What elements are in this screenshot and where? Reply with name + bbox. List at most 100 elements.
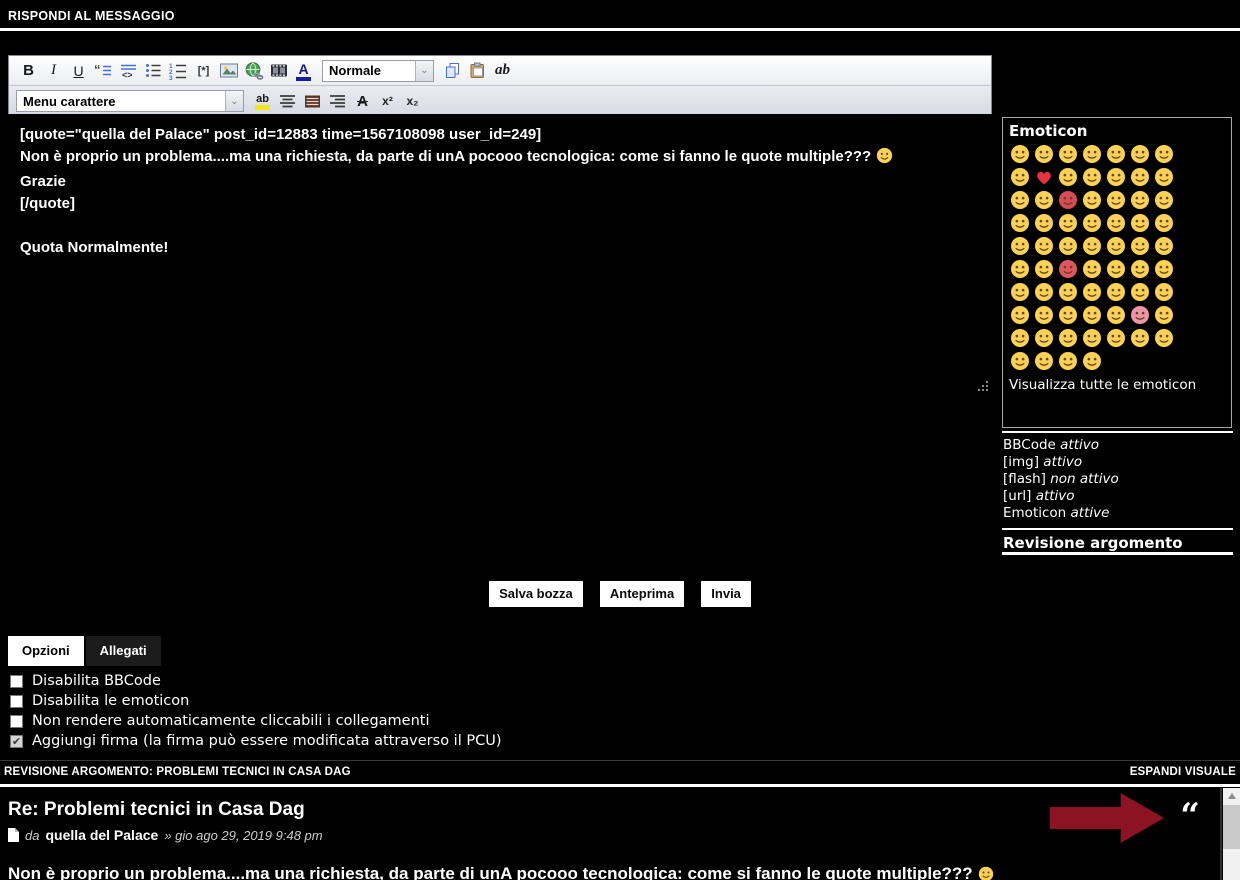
emoticon-eye-roll[interactable] — [1105, 327, 1127, 349]
italic-button[interactable]: I — [41, 59, 66, 83]
emoticon-sneeze[interactable] — [1105, 258, 1127, 280]
message-textarea[interactable]: [quote="quella del Palace" post_id=12883… — [8, 114, 992, 395]
emoticon-pensive[interactable] — [1129, 212, 1151, 234]
emoticon-unamused[interactable] — [1057, 212, 1079, 234]
emoticon-confused[interactable] — [1153, 212, 1175, 234]
emoticon-heart-eyes[interactable] — [1105, 143, 1127, 165]
author-link[interactable]: quella del Palace — [45, 827, 158, 843]
emoticon-scrunched[interactable] — [1009, 235, 1031, 257]
underline-button[interactable]: U — [66, 59, 91, 83]
align-center-button[interactable] — [275, 89, 300, 113]
font-select[interactable]: Menu carattere⌄ — [16, 90, 244, 112]
emoticon-sleepy-zzz[interactable] — [1153, 304, 1175, 326]
emoticon-in-love[interactable] — [1129, 304, 1151, 326]
highlight-button[interactable]: ab — [250, 89, 275, 113]
scrollbar-thumb[interactable] — [1223, 805, 1240, 849]
emoticon-side-eye[interactable] — [1033, 212, 1055, 234]
emoticon-grin[interactable] — [1057, 166, 1079, 188]
emoticon-flat[interactable] — [1081, 212, 1103, 234]
topic-review-link[interactable]: Revisione argomento — [1003, 534, 1183, 552]
scroll-up-button[interactable] — [1223, 788, 1240, 804]
emoticon-hushed[interactable] — [1033, 304, 1055, 326]
image-button[interactable] — [216, 59, 241, 83]
emoticon-sad[interactable] — [1153, 235, 1175, 257]
emoticon-kissing[interactable] — [1033, 235, 1055, 257]
font-color-button[interactable]: A — [291, 59, 316, 83]
emoticon-worried[interactable] — [1009, 258, 1031, 280]
emoticon-yum[interactable] — [1105, 189, 1127, 211]
quote-post-button[interactable]: “ — [1176, 801, 1202, 823]
emoticon-head-bandage[interactable] — [1081, 350, 1103, 372]
emoticon-angel[interactable] — [1033, 189, 1055, 211]
emoticon-kiss-heart[interactable] — [1081, 143, 1103, 165]
tab-opzioni[interactable]: Opzioni — [8, 636, 84, 666]
emoticon-sunglasses[interactable] — [1153, 189, 1175, 211]
emoticon-dizzy[interactable] — [1009, 327, 1031, 349]
expand-view-link[interactable]: ESPANDI VISUALE — [1130, 766, 1236, 778]
flash-button[interactable] — [266, 59, 291, 83]
subscript-button[interactable]: x₂ — [400, 89, 425, 113]
emoticon-tired[interactable] — [1105, 281, 1127, 303]
emoticon-crazy-tongue[interactable] — [1105, 235, 1127, 257]
emoticon-laugh-closed[interactable] — [1009, 189, 1031, 211]
emoticon-open-mouth[interactable] — [1009, 304, 1031, 326]
emoticon-wink[interactable] — [1057, 143, 1079, 165]
emoticon-nerd[interactable] — [1033, 350, 1055, 372]
emoticon-thinking[interactable] — [1057, 350, 1079, 372]
emoticon-sick-tongue[interactable] — [1153, 327, 1175, 349]
emoticon-mask[interactable] — [1057, 327, 1079, 349]
emoticon-sweat-smile[interactable] — [1153, 166, 1175, 188]
emoticon-anguished[interactable] — [1009, 281, 1031, 303]
emoticon-astonished[interactable] — [1105, 304, 1127, 326]
emoticon-surprised[interactable] — [1081, 327, 1103, 349]
emoticon-smirk[interactable] — [1009, 212, 1031, 234]
list-bullet-button[interactable] — [141, 59, 166, 83]
superscript-button[interactable]: x² — [375, 89, 400, 113]
preview-button[interactable]: Anteprima — [600, 581, 684, 607]
emoticon-heart[interactable] — [1033, 166, 1055, 188]
emoticon-steam[interactable] — [1081, 258, 1103, 280]
review-scrollbar[interactable] — [1223, 788, 1240, 880]
emoticon-drool[interactable] — [1081, 281, 1103, 303]
emoticon-fearful[interactable] — [1033, 281, 1055, 303]
align-right-button[interactable] — [325, 89, 350, 113]
emoticon-zipper-mouth[interactable] — [1129, 327, 1151, 349]
paste-button[interactable] — [465, 59, 490, 83]
checkbox-unchecked[interactable] — [10, 715, 23, 728]
copy-button[interactable] — [440, 59, 465, 83]
emoticon-no-mouth[interactable] — [1033, 327, 1055, 349]
emoticon-weary[interactable] — [1057, 281, 1079, 303]
emoticon-kiss-blush[interactable] — [1081, 235, 1103, 257]
emoticon-thermometer[interactable] — [1009, 350, 1031, 372]
plain-text-button[interactable]: ab — [490, 59, 515, 83]
emoticon-frown[interactable] — [1153, 258, 1175, 280]
list-item-button[interactable]: [*] — [191, 59, 216, 83]
list-numbered-button[interactable]: 123 — [166, 59, 191, 83]
emoticon-tongue[interactable] — [1153, 143, 1175, 165]
emoticon-wink-tongue[interactable] — [1129, 189, 1151, 211]
emoticon-slight-smile[interactable] — [1009, 143, 1031, 165]
strike-button[interactable]: A — [350, 89, 375, 113]
checkbox-checked[interactable]: ✔ — [10, 735, 23, 748]
emoticon-sad-sweat[interactable] — [1129, 258, 1151, 280]
checkbox-unchecked[interactable] — [10, 695, 23, 708]
emoticon-grin-teeth[interactable] — [1081, 166, 1103, 188]
emoticon-scared-sweat[interactable] — [1057, 304, 1079, 326]
bold-button[interactable]: B — [16, 59, 41, 83]
submit-button[interactable]: Invia — [701, 581, 751, 607]
emoticon-cold-sweat-flat[interactable] — [1105, 212, 1127, 234]
emoticon-rage[interactable] — [1057, 258, 1079, 280]
code-button[interactable]: <> — [116, 59, 141, 83]
emoticon-devil[interactable] — [1057, 189, 1079, 211]
format-select[interactable]: Normale⌄ — [322, 60, 434, 82]
checkbox-unchecked[interactable] — [10, 675, 23, 688]
quote-button[interactable]: “ — [91, 59, 116, 83]
link-button[interactable] — [241, 59, 266, 83]
textarea-resize-grip[interactable] — [978, 381, 988, 391]
emoticon-big-smile[interactable] — [1105, 166, 1127, 188]
emoticon-joy-tears[interactable] — [1129, 143, 1151, 165]
align-justify-button[interactable] — [300, 89, 325, 113]
emoticon-scream[interactable] — [1081, 304, 1103, 326]
emoticon-tear[interactable] — [1009, 166, 1031, 188]
emoticon-sob[interactable] — [1153, 281, 1175, 303]
